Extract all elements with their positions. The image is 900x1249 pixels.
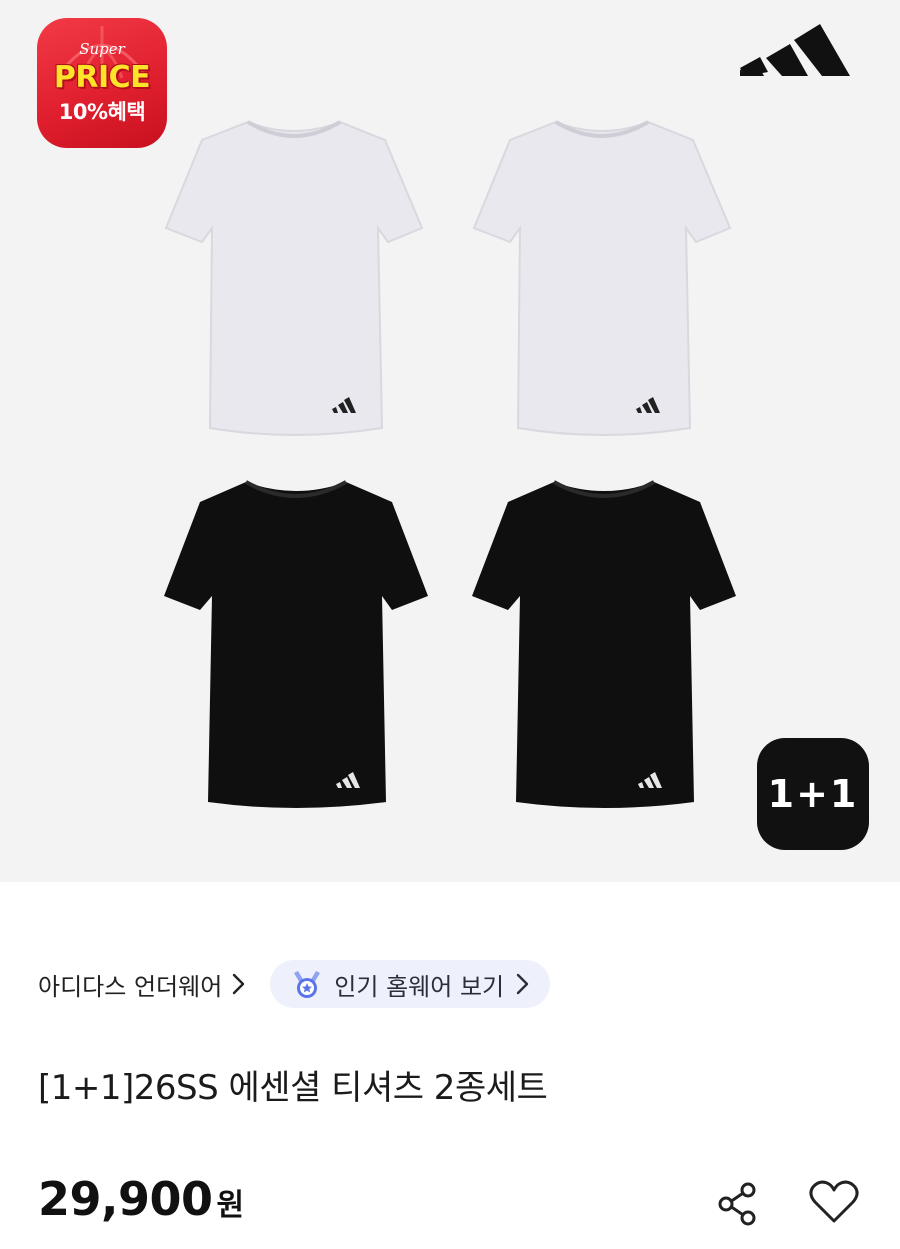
price-currency: 원 [216,1188,245,1223]
brand-link[interactable]: 아디다스 언더웨어 [38,967,246,1002]
share-icon[interactable] [714,1180,762,1228]
tshirt-black-icon [164,480,428,808]
tshirt-black-icon [472,480,736,808]
promo-super-text: Super [79,40,125,58]
chevron-right-icon [516,973,529,995]
promo-benefit-text: 10%혜택 [58,100,146,124]
popular-homewear-chip[interactable]: 인기 홈웨어 보기 [270,960,551,1008]
chevron-right-icon [233,973,245,995]
adidas-logo-icon [740,24,850,76]
tshirt-white-icon [164,120,424,436]
brand-row: 아디다스 언더웨어 인기 홈웨어 보기 [38,960,551,1008]
bundle-offer-badge: 1+1 [757,738,869,850]
super-price-promo-badge[interactable]: Super PRICE 10%혜택 [37,18,167,148]
product-image-gallery[interactable]: Super PRICE 10%혜택 1+1 [0,0,900,882]
medal-icon [294,971,321,998]
price-amount: 29,900 [38,1172,213,1226]
product-title: [1+1]26SS 에센셜 티셔츠 2종세트 [38,1068,548,1108]
heart-icon[interactable] [808,1178,860,1226]
brand-link-label: 아디다스 언더웨어 [38,972,223,1001]
tshirt-white-icon [472,120,732,436]
promo-price-text: PRICE [53,60,151,95]
popular-chip-label: 인기 홈웨어 보기 [334,972,505,1001]
price-row: 29,900 원 [38,1172,244,1226]
